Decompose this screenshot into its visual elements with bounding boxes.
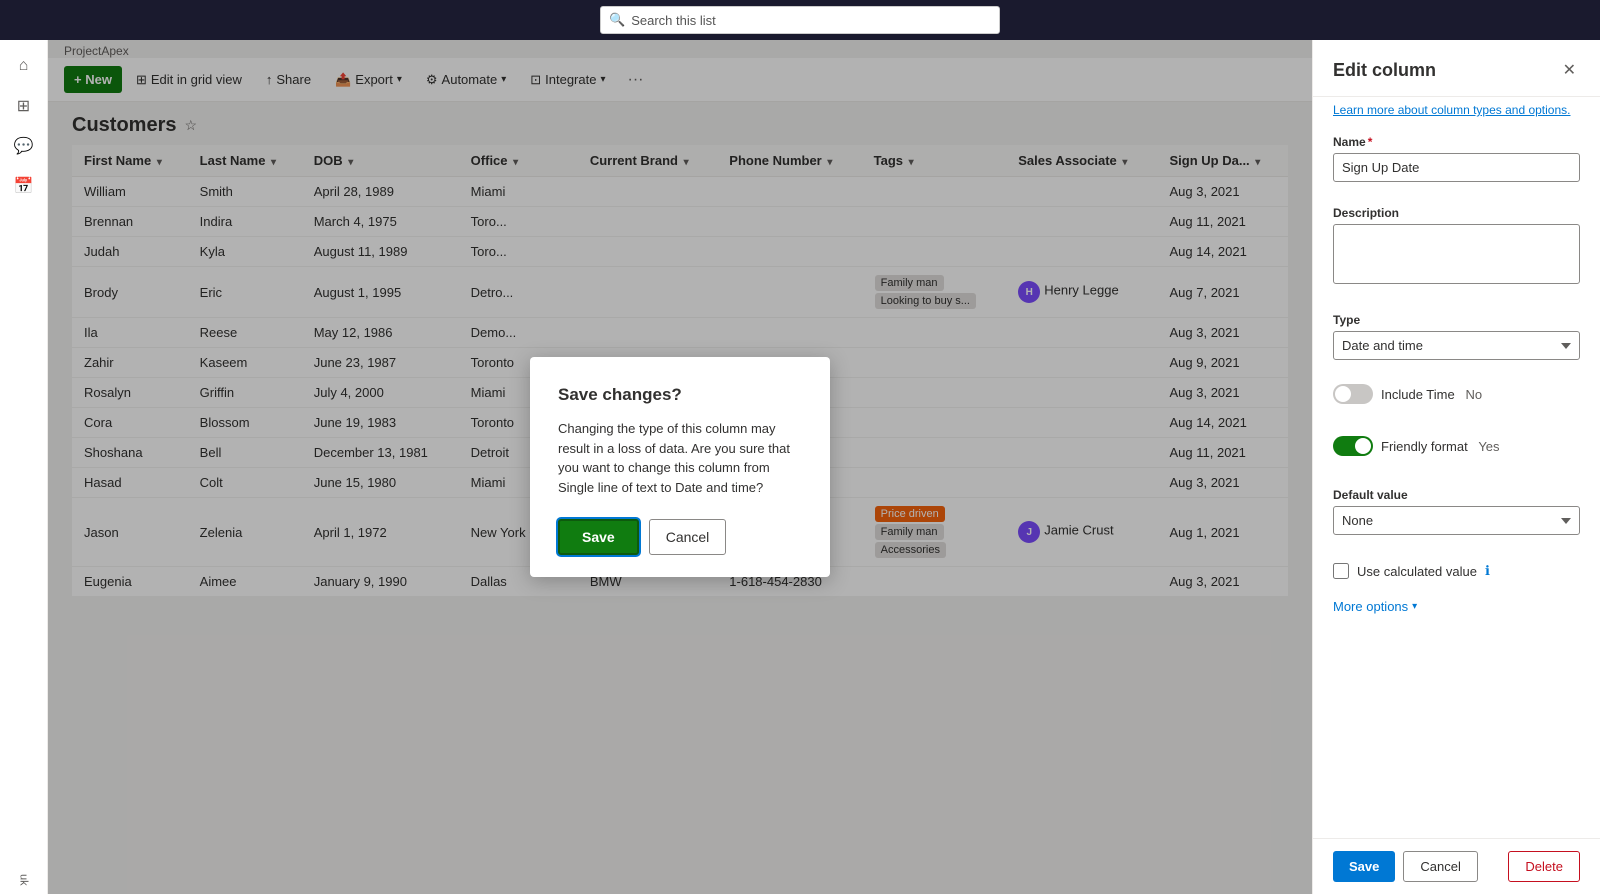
panel-include-time-section: Include Time No	[1313, 372, 1600, 424]
type-select[interactable]: Date and time Single line of text Number…	[1333, 331, 1580, 360]
main-container: ⌂ ⊞ 💬 📅 uk ProjectApex + New ⊞ Edit in g…	[0, 40, 1600, 894]
panel-title: Edit column	[1333, 60, 1436, 81]
dialog-title: Save changes?	[558, 385, 802, 405]
calculated-row: Use calculated value ℹ	[1333, 563, 1580, 579]
name-field-label: Name *	[1333, 135, 1580, 149]
learn-more-link[interactable]: Learn more about column types and option…	[1313, 97, 1600, 123]
panel-type-section: Type Date and time Single line of text N…	[1313, 301, 1600, 372]
friendly-format-row: Friendly format Yes	[1333, 436, 1580, 456]
dialog-cancel-button[interactable]: Cancel	[649, 519, 727, 555]
friendly-format-knob	[1355, 438, 1371, 454]
include-time-row: Include Time No	[1333, 384, 1580, 404]
calculated-checkbox[interactable]	[1333, 563, 1349, 579]
more-options-button[interactable]: More options ▾	[1313, 591, 1600, 622]
description-field-label: Description	[1333, 206, 1580, 220]
search-icon: 🔍	[609, 12, 625, 28]
description-textarea[interactable]	[1333, 224, 1580, 284]
panel-footer: Save Cancel Delete	[1313, 838, 1600, 894]
info-icon[interactable]: ℹ	[1485, 563, 1490, 579]
panel-header: Edit column ✕	[1313, 40, 1600, 97]
right-panel: Edit column ✕ Learn more about column ty…	[1312, 40, 1600, 894]
panel-calculated-section: Use calculated value ℹ	[1313, 547, 1600, 591]
panel-default-value-section: Default value None Today	[1313, 476, 1600, 547]
name-input[interactable]	[1333, 153, 1580, 182]
sidebar-home-icon[interactable]: ⌂	[6, 48, 42, 84]
type-field-label: Type	[1333, 313, 1580, 327]
more-options-label: More options	[1333, 599, 1408, 614]
sidebar-chat-icon[interactable]: 💬	[6, 128, 42, 164]
include-time-knob	[1335, 386, 1351, 402]
friendly-format-label: Friendly format Yes	[1381, 439, 1500, 454]
modal-overlay: Save changes? Changing the type of this …	[48, 40, 1312, 894]
default-value-select[interactable]: None Today	[1333, 506, 1580, 535]
panel-friendly-format-section: Friendly format Yes	[1313, 424, 1600, 476]
default-value-label: Default value	[1333, 488, 1580, 502]
sidebar-bottom-label: uk	[18, 874, 30, 894]
sidebar-apps-icon[interactable]: ⊞	[6, 88, 42, 124]
friendly-format-toggle[interactable]	[1333, 436, 1373, 456]
include-time-label: Include Time No	[1381, 387, 1482, 402]
panel-delete-button[interactable]: Delete	[1508, 851, 1580, 882]
panel-cancel-button[interactable]: Cancel	[1403, 851, 1477, 882]
calculated-label: Use calculated value	[1357, 564, 1477, 579]
panel-close-button[interactable]: ✕	[1559, 56, 1580, 84]
left-sidebar: ⌂ ⊞ 💬 📅 uk	[0, 40, 48, 894]
include-time-toggle[interactable]	[1333, 384, 1373, 404]
panel-name-section: Name *	[1313, 123, 1600, 194]
dialog-actions: Save Cancel	[558, 519, 802, 555]
panel-description-section: Description	[1313, 194, 1600, 301]
more-options-chevron-icon: ▾	[1412, 601, 1417, 612]
search-bar[interactable]: 🔍 Search this list	[600, 6, 1000, 34]
top-bar: 🔍 Search this list	[0, 0, 1600, 40]
save-changes-dialog: Save changes? Changing the type of this …	[530, 357, 830, 577]
content-area: ProjectApex + New ⊞ Edit in grid view ↑ …	[48, 40, 1312, 894]
dialog-save-button[interactable]: Save	[558, 519, 639, 555]
sidebar-calendar-icon[interactable]: 📅	[6, 168, 42, 204]
required-star: *	[1368, 135, 1373, 149]
dialog-body: Changing the type of this column may res…	[558, 419, 802, 497]
search-placeholder: Search this list	[631, 13, 716, 28]
panel-save-button[interactable]: Save	[1333, 851, 1395, 882]
